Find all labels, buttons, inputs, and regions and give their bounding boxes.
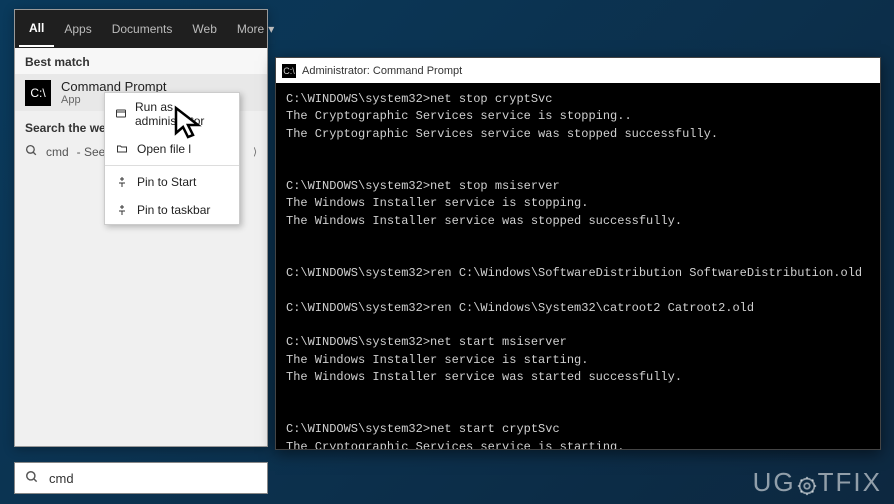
best-match-header: Best match: [15, 48, 267, 74]
search-input-value: cmd: [49, 471, 74, 486]
web-hint-query: cmd: [46, 145, 69, 159]
tab-all[interactable]: All: [19, 11, 54, 47]
context-open-file-location[interactable]: Open file l: [105, 135, 239, 163]
context-menu: Run as administrator Open file l Pin to …: [104, 92, 240, 225]
watermark-text-1: UG: [753, 467, 796, 497]
cmd-output[interactable]: C:\WINDOWS\system32>net stop cryptSvc Th…: [276, 83, 880, 449]
cmd-titlebar[interactable]: C:\ Administrator: Command Prompt: [276, 58, 880, 83]
command-prompt-icon: C:\: [25, 80, 51, 106]
cmd-titlebar-icon: C:\: [282, 64, 296, 78]
search-filter-tabs: All Apps Documents Web More ▾: [15, 10, 267, 48]
search-icon: [25, 470, 39, 487]
taskbar-search-box[interactable]: cmd: [14, 462, 268, 494]
pin-start-icon: [115, 176, 129, 188]
web-hint-suffix: - See: [77, 145, 106, 159]
context-pin-to-start[interactable]: Pin to Start: [105, 168, 239, 196]
watermark-text-2: TFIX: [818, 467, 882, 497]
tab-more-label: More: [237, 22, 264, 36]
search-icon: [25, 144, 38, 160]
context-separator: [105, 165, 239, 166]
context-label: Pin to Start: [137, 175, 196, 189]
chevron-down-icon: ▾: [268, 22, 274, 36]
tab-documents[interactable]: Documents: [102, 12, 183, 46]
context-label: Pin to taskbar: [137, 203, 210, 217]
desktop: All Apps Documents Web More ▾ Best match…: [0, 0, 894, 504]
chevron-right-icon: ⟩: [253, 147, 257, 158]
cmd-window-title: Administrator: Command Prompt: [302, 65, 462, 77]
context-run-as-admin[interactable]: Run as administrator: [105, 93, 239, 135]
command-prompt-window: C:\ Administrator: Command Prompt C:\WIN…: [275, 57, 881, 450]
pin-taskbar-icon: [115, 204, 129, 216]
cursor-pointer-icon: [173, 105, 213, 145]
tab-apps[interactable]: Apps: [54, 12, 101, 46]
context-pin-to-taskbar[interactable]: Pin to taskbar: [105, 196, 239, 224]
shield-admin-icon: [115, 108, 127, 120]
tab-web[interactable]: Web: [182, 12, 226, 46]
tab-more[interactable]: More ▾: [227, 12, 284, 46]
folder-icon: [115, 143, 129, 155]
watermark: UG TFIX: [753, 467, 882, 498]
gear-icon: [796, 473, 818, 495]
start-search-panel: All Apps Documents Web More ▾ Best match…: [14, 9, 268, 447]
